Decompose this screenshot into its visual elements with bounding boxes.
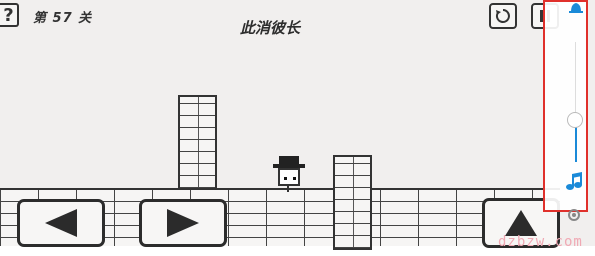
help-button[interactable]: ?: [0, 3, 19, 27]
gear-icon[interactable]: [566, 207, 582, 223]
volume-slider[interactable]: [567, 111, 583, 128]
bell-icon[interactable]: [568, 2, 584, 14]
left-arrow-icon: [45, 209, 77, 237]
music-note-icon[interactable]: [566, 172, 584, 192]
restart-button[interactable]: [489, 3, 517, 29]
right-arrow-icon: [167, 209, 199, 237]
level-label: 第 57 关: [33, 11, 93, 26]
restart-icon: [495, 9, 510, 23]
brick-pillar-tall: [178, 95, 217, 190]
brick-pillar-short: [333, 155, 372, 250]
level-title: 此消彼长: [240, 19, 301, 37]
move-left-button[interactable]: [17, 199, 105, 247]
move-right-button[interactable]: [139, 199, 227, 247]
watermark-text: dzbzw.com: [498, 234, 583, 250]
side-control-panel: [543, 0, 588, 212]
player-character: [273, 156, 305, 192]
